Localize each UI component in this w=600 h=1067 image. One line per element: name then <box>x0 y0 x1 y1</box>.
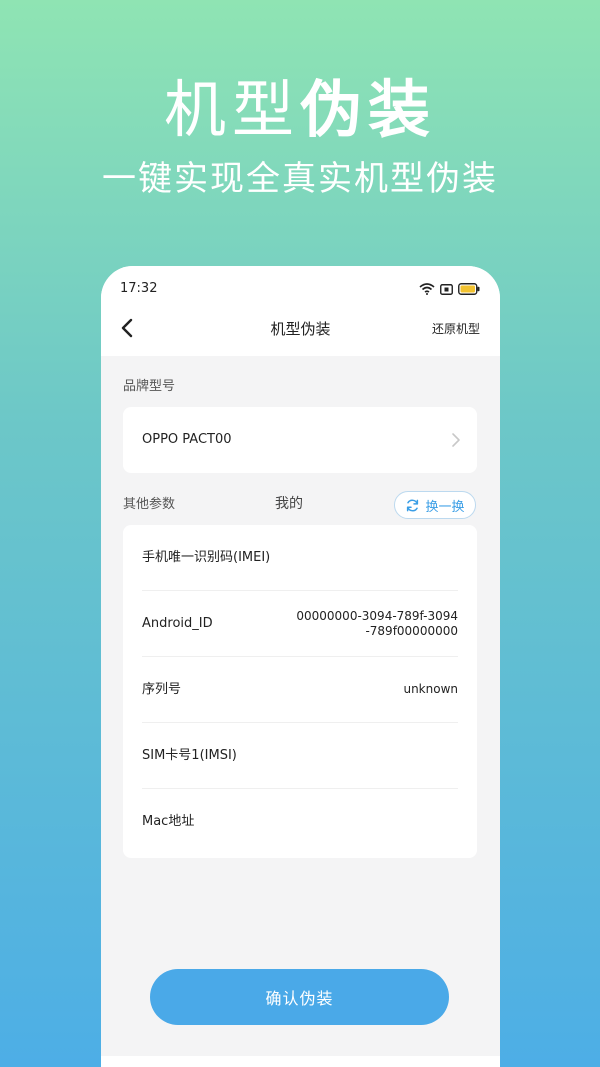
bottom-strip <box>101 1056 500 1067</box>
param-label: SIM卡号1(IMSI) <box>142 747 237 763</box>
params-card: 手机唯一识别码(IMEI) Android_ID 00000000-3094-7… <box>123 525 477 858</box>
params-section-label: 其他参数 <box>123 497 176 512</box>
param-row-mac[interactable]: Mac地址 <box>142 789 458 855</box>
app-header: 17:32 机型伪装 还原机型 <box>101 266 500 356</box>
param-row-imsi[interactable]: SIM卡号1(IMSI) <box>142 723 458 789</box>
param-value: 00000000-3094-789f-3094-789f00000000 <box>296 608 458 638</box>
tab-mine[interactable]: 我的 <box>275 494 303 514</box>
wifi-icon <box>419 280 435 299</box>
status-icons <box>419 282 480 296</box>
status-time: 17:32 <box>120 281 158 296</box>
param-value: unknown <box>403 682 458 696</box>
param-label: Mac地址 <box>142 814 195 829</box>
chevron-right-icon <box>451 432 461 452</box>
brand-model-value: OPPO PACT00 <box>142 432 232 447</box>
hero-title: 机型伪装 <box>0 72 600 148</box>
swap-button[interactable]: 换一换 <box>394 491 476 519</box>
hero-subtitle: 一键实现全真实机型伪装 <box>102 159 498 199</box>
sim-icon <box>440 280 453 299</box>
restore-model-button[interactable]: 还原机型 <box>432 320 480 338</box>
hero-title-bold: 伪装 <box>300 73 437 146</box>
param-label: 手机唯一识别码(IMEI) <box>142 549 271 565</box>
brand-section-label: 品牌型号 <box>123 379 176 394</box>
battery-icon <box>458 280 480 299</box>
param-row-serial[interactable]: 序列号 unknown <box>142 657 458 723</box>
swap-button-label: 换一换 <box>425 499 465 515</box>
param-row-imei[interactable]: 手机唯一识别码(IMEI) <box>142 525 458 591</box>
param-label: Android_ID <box>142 615 213 631</box>
refresh-icon <box>407 499 419 511</box>
confirm-disguise-button[interactable]: 确认伪装 <box>150 969 449 1025</box>
param-row-android-id[interactable]: Android_ID 00000000-3094-789f-3094-789f0… <box>142 591 458 657</box>
phone-screen: 17:32 机型伪装 还原机型 品牌型号 OPPO PACT00 其他参数 我的… <box>101 266 500 1067</box>
hero-title-light: 机型 <box>163 73 300 146</box>
brand-model-selector[interactable]: OPPO PACT00 <box>123 407 477 473</box>
param-label: 序列号 <box>142 681 182 697</box>
